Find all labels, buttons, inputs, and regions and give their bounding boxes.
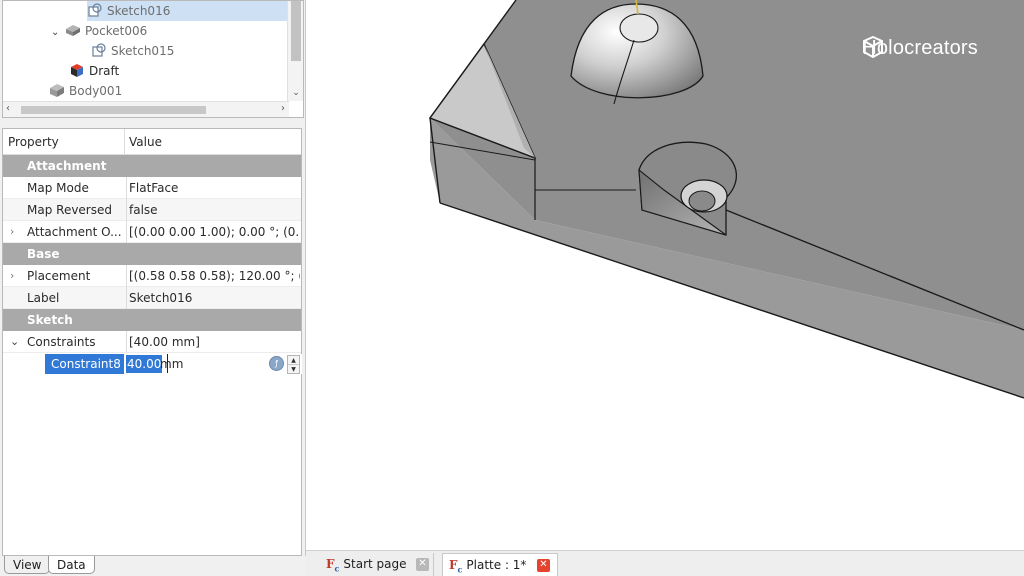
tab-start-page[interactable]: Fc Start page ✕ <box>320 553 434 576</box>
draft-icon <box>69 62 85 78</box>
column-header-value[interactable]: Value <box>129 129 162 155</box>
tab-label: Start page <box>343 557 407 571</box>
tree-item-label: Draft <box>89 64 120 78</box>
model-tree[interactable]: Sketch016 ⌄ Pocket006 Sketch015 Draft Bo… <box>2 0 304 118</box>
property-name: Constraints <box>27 335 96 349</box>
chevron-right-icon[interactable]: › <box>10 221 14 243</box>
document-tab-bar: Fc Start page ✕ Fc Platte : 1* ✕ <box>306 550 1024 576</box>
tree-item-sketch015[interactable]: Sketch015 <box>91 41 174 61</box>
tree-horizontal-scrollbar[interactable]: ‹ › <box>3 101 289 117</box>
property-value[interactable]: Sketch016 <box>126 287 300 309</box>
scroll-right-icon[interactable]: › <box>281 103 285 114</box>
text-cursor <box>167 354 168 373</box>
scrollbar-thumb[interactable] <box>291 1 301 61</box>
cube-logo-icon <box>863 36 884 58</box>
close-icon[interactable]: ✕ <box>537 559 550 572</box>
tree-item-body001[interactable]: Body001 <box>49 81 122 101</box>
tree-item-pocket006[interactable]: ⌄ Pocket006 <box>51 21 147 41</box>
quantity-stepper[interactable]: ▲ ▼ <box>287 355 300 374</box>
property-value[interactable]: [40.00 mm] <box>126 331 300 353</box>
column-divider[interactable] <box>124 129 125 155</box>
increment-arrow-icon[interactable]: ▲ <box>288 356 299 365</box>
scroll-down-icon[interactable]: ⌄ <box>290 87 302 99</box>
tree-item-label: Body001 <box>69 84 123 98</box>
property-name: Map Reversed <box>27 203 112 217</box>
property-row-constraints[interactable]: ⌄ Constraints [40.00 mm] <box>3 331 301 353</box>
freecad-icon: Fc <box>449 558 463 575</box>
property-row-map-reversed[interactable]: Map Reversed false <box>3 199 301 221</box>
unit-text: mm <box>160 357 184 371</box>
group-base[interactable]: Base <box>3 243 301 265</box>
body-icon <box>49 82 65 98</box>
tab-view[interactable]: View <box>4 556 51 574</box>
property-value[interactable]: false <box>126 199 300 221</box>
group-label: Sketch <box>27 313 73 327</box>
holocreators-logo: Holocreators <box>862 36 978 60</box>
combo-view-panel: Sketch016 ⌄ Pocket006 Sketch015 Draft Bo… <box>0 0 306 576</box>
group-sketch[interactable]: Sketch <box>3 309 301 331</box>
decrement-arrow-icon[interactable]: ▼ <box>288 365 299 374</box>
tab-platte[interactable]: Fc Platte : 1* ✕ <box>442 553 558 576</box>
scrollbar-thumb[interactable] <box>21 106 206 114</box>
3d-viewport[interactable]: Holocreators <box>316 0 1024 550</box>
property-value[interactable]: [(0.58 0.58 0.58); 120.00 °; (0.... <box>126 265 300 287</box>
scroll-left-icon[interactable]: ‹ <box>6 103 10 114</box>
property-row-constraint8[interactable]: Constraint8 40.00 mm ƒ ▲ ▼ <box>3 353 302 375</box>
group-label: Base <box>27 247 60 261</box>
property-row-attachment-offset[interactable]: › Attachment O... [(0.00 0.00 1.00); 0.0… <box>3 221 301 243</box>
group-attachment[interactable]: Attachment <box>3 155 301 177</box>
property-editor[interactable]: Property Value Attachment Map Mode FlatF… <box>2 128 302 556</box>
property-row-map-mode[interactable]: Map Mode FlatFace <box>3 177 301 199</box>
property-table-header: Property Value <box>3 129 301 155</box>
group-label: Attachment <box>27 159 107 173</box>
model-render[interactable] <box>316 0 1024 550</box>
constraint-value-editor[interactable]: 40.00 mm ƒ ▲ ▼ <box>124 354 302 374</box>
property-value[interactable]: [(0.00 0.00 1.00); 0.00 °; (0.00 ... <box>126 221 300 243</box>
chevron-down-icon[interactable]: ⌄ <box>51 23 65 43</box>
chevron-right-icon[interactable]: › <box>10 265 14 287</box>
selected-value-text[interactable]: 40.00 <box>126 355 163 373</box>
property-name: Map Mode <box>27 181 89 195</box>
property-name-selected: Constraint8 <box>45 354 124 374</box>
tab-label: Platte : 1* <box>466 558 527 572</box>
freecad-icon: Fc <box>326 557 340 574</box>
sketch-icon <box>87 2 103 18</box>
tree-item-sketch016[interactable]: Sketch016 <box>87 1 287 21</box>
tree-item-label: Sketch015 <box>111 44 175 58</box>
close-icon[interactable]: ✕ <box>416 558 429 571</box>
tree-item-draft[interactable]: Draft <box>69 61 119 81</box>
tree-item-label: Sketch016 <box>107 4 171 18</box>
property-name: Attachment O... <box>27 225 122 239</box>
sketch-icon <box>91 42 107 58</box>
property-value[interactable]: FlatFace <box>126 177 300 199</box>
expression-icon[interactable]: ƒ <box>269 356 284 371</box>
chevron-down-icon[interactable]: ⌄ <box>10 331 19 353</box>
pocket-icon <box>65 22 81 38</box>
property-name: Placement <box>27 269 91 283</box>
property-name: Label <box>27 291 60 305</box>
tree-vertical-scrollbar[interactable]: ⌄ <box>287 1 303 101</box>
property-row-label[interactable]: Label Sketch016 <box>3 287 301 309</box>
property-row-placement[interactable]: › Placement [(0.58 0.58 0.58); 120.00 °;… <box>3 265 301 287</box>
column-header-property[interactable]: Property <box>8 129 59 155</box>
tree-item-label: Pocket006 <box>85 24 148 38</box>
combo-view-tabs: View Data <box>0 556 306 576</box>
tab-data[interactable]: Data <box>48 556 95 574</box>
